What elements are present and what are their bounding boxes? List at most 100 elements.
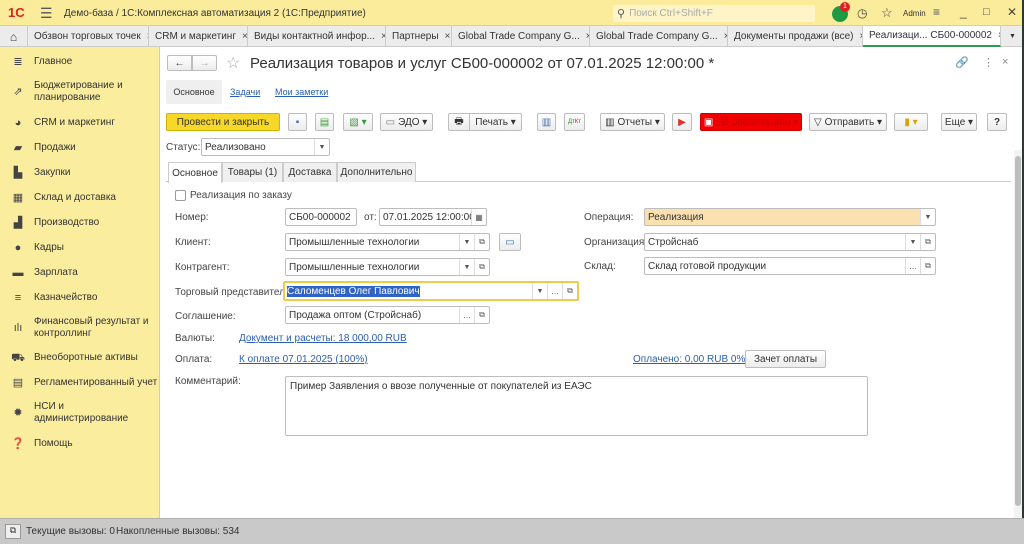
open-icon[interactable]: ⧉ (474, 234, 489, 250)
client-card-button[interactable]: ▭ (499, 233, 521, 251)
sidebar-item-salary[interactable]: ▬ Зарплата (0, 267, 160, 279)
save-button[interactable]: ▪ (288, 113, 307, 131)
sidebar-item-budget[interactable]: ⇗ Бюджетирование и планирование (0, 80, 160, 104)
sidebar-item-admin[interactable]: ✹ НСИ и администрирование (0, 401, 160, 425)
post-and-close-button[interactable]: Провести и закрыть (166, 113, 280, 131)
link-icon[interactable]: 🔗 (955, 56, 969, 69)
create-based-on-button[interactable]: ▧ ▾ (343, 113, 373, 131)
more-button[interactable]: Еще ▾ (941, 113, 977, 131)
operation-field[interactable]: Реализация ▼ (644, 208, 936, 226)
paid-link[interactable]: Оплачено: 0,00 RUB 0% (633, 354, 745, 365)
open-icon[interactable]: ⧉ (562, 283, 577, 299)
number-field[interactable]: СБ00-000002 (285, 208, 357, 226)
chevron-down-icon[interactable]: ▼ (459, 234, 474, 250)
sidebar-item-production[interactable]: ▟ Производство (0, 217, 160, 229)
sidebar-item-main[interactable]: ≣ Главное (0, 56, 160, 68)
search-input[interactable]: ⚲ Поиск Ctrl+Shift+F (613, 5, 815, 22)
sidebar-item-purchases[interactable]: ▙ Закупки (0, 167, 160, 179)
not-printed-button[interactable]: ▣ Не распечатано ▾ (700, 113, 802, 131)
chevron-down-icon[interactable]: ▼ (314, 139, 329, 155)
close-window-icon[interactable]: ✕ (1007, 5, 1017, 19)
workflow-button[interactable]: ▶ (672, 113, 692, 131)
calendar-icon[interactable]: ▦ (471, 209, 486, 225)
minimize-icon[interactable]: _ (960, 5, 967, 19)
tab-goods[interactable]: Товары (1) (222, 162, 283, 182)
user-name[interactable]: Admin (903, 9, 926, 18)
scrollbar-thumb[interactable] (1015, 156, 1021, 506)
tabs-dropdown-icon[interactable]: ▼ (1001, 26, 1024, 47)
favorites-star-icon[interactable]: ☆ (881, 5, 893, 21)
warehouse-field[interactable]: Склад готовой продукции … ⧉ (644, 257, 936, 275)
sidebar-item-finance[interactable]: ılı Финансовый результат и контроллинг (0, 316, 160, 340)
open-icon[interactable]: ⧉ (920, 258, 935, 274)
close-tab-icon[interactable]: × (854, 31, 862, 42)
help-button[interactable]: ? (987, 113, 1007, 131)
open-icon[interactable]: ⧉ (474, 259, 489, 275)
payment-offset-button[interactable]: Зачет оплаты (745, 350, 826, 368)
close-tab-icon[interactable]: × (236, 31, 247, 42)
window-tab[interactable]: Обзвон торговых точек× (28, 26, 149, 47)
close-tab-icon[interactable]: × (141, 31, 148, 42)
form-scrollbar[interactable] (1014, 150, 1022, 518)
window-tab[interactable]: Документы продажи (все)× (728, 26, 863, 47)
close-tab-icon[interactable]: × (718, 31, 727, 42)
close-form-icon[interactable]: × (1002, 56, 1008, 68)
payment-link[interactable]: К оплате 07.01.2025 (100%) (239, 354, 368, 365)
date-field[interactable]: 07.01.2025 12:00:00 ▦ (379, 208, 487, 226)
sidebar-item-crm[interactable]: ◕ CRM и маркетинг (0, 117, 160, 129)
client-field[interactable]: Промышленные технологии ▼ ⧉ (285, 233, 490, 251)
sidebar-item-regulated[interactable]: ▤ Регламентированный учет (0, 377, 160, 389)
window-tab[interactable]: Global Trade Company G...× (590, 26, 728, 47)
favorite-star-icon[interactable]: ☆ (226, 53, 240, 73)
tab-delivery[interactable]: Доставка (283, 162, 337, 182)
sidebar-item-fixed-assets[interactable]: ⛟ Внеоборотные активы (0, 352, 160, 364)
chevron-down-icon[interactable]: ▼ (459, 259, 474, 275)
main-menu-icon[interactable]: ☰ (40, 5, 53, 22)
select-ellipsis-icon[interactable]: … (905, 258, 920, 274)
open-icon[interactable]: ⧉ (474, 307, 489, 323)
close-tab-icon[interactable]: × (992, 30, 1000, 41)
sidebar-item-hr[interactable]: ● Кадры (0, 242, 160, 254)
window-tab[interactable]: CRM и маркетинг × (149, 26, 248, 47)
structure-button[interactable]: ▥ (537, 113, 556, 131)
send-button[interactable]: ▽ Отправить ▾ (809, 113, 887, 131)
select-ellipsis-icon[interactable]: … (547, 283, 562, 299)
section-tasks[interactable]: Задачи (230, 87, 260, 97)
sales-rep-field[interactable]: Саломенцев Олег Павлович ▼… ⧉ (283, 281, 579, 301)
attachments-button[interactable]: ▮ ▾ (894, 113, 928, 131)
currency-link[interactable]: Документ и расчеты: 18 000,00 RUB (239, 333, 407, 344)
by-order-checkbox[interactable] (175, 190, 186, 201)
close-tab-icon[interactable]: × (580, 31, 589, 42)
sidebar-item-help[interactable]: ❓ Помощь (0, 438, 160, 450)
open-icon[interactable]: ⧉ (920, 234, 935, 250)
windows-icon[interactable]: ⧉ (5, 524, 21, 539)
sidebar-item-warehouse[interactable]: ▦ Склад и доставка (0, 192, 160, 204)
close-tab-icon[interactable]: × (439, 31, 451, 42)
sidebar-item-treasury[interactable]: ≡ Казначейство (0, 292, 160, 304)
organization-field[interactable]: Стройснаб ▼ ⧉ (644, 233, 936, 251)
select-ellipsis-icon[interactable]: … (459, 307, 474, 323)
print-menu-button[interactable]: Печать ▾ (469, 113, 522, 131)
print-icon-button[interactable]: 🖶 (448, 113, 470, 131)
window-tab[interactable]: Global Trade Company G...× (452, 26, 590, 47)
sidebar-item-sales[interactable]: ▰ Продажи (0, 142, 160, 154)
counterparty-field[interactable]: Промышленные технологии ▼ ⧉ (285, 258, 490, 276)
section-notes[interactable]: Мои заметки (275, 87, 328, 97)
agreement-field[interactable]: Продажа оптом (Стройснаб) … ⧉ (285, 306, 490, 324)
back-button[interactable]: ← (167, 55, 192, 71)
settings-menu-icon[interactable]: ≡ (933, 5, 940, 19)
section-main[interactable]: Основное (166, 80, 222, 104)
dt-kt-button[interactable]: Дт Кт (564, 113, 585, 131)
status-select[interactable]: Реализовано ▼ (201, 138, 330, 156)
home-icon[interactable]: ⌂ (0, 26, 28, 47)
window-tab-active[interactable]: Реализаци... СБ00-000002× (863, 26, 1001, 47)
reports-button[interactable]: ▥ Отчеты ▾ (600, 113, 665, 131)
tab-main[interactable]: Основное (168, 162, 222, 183)
tab-additional[interactable]: Дополнительно (337, 162, 416, 182)
notifications-icon[interactable]: 1 (832, 2, 850, 22)
maximize-icon[interactable]: □ (983, 6, 990, 18)
history-icon[interactable]: ◷ (857, 6, 867, 20)
window-tab[interactable]: Партнеры × (386, 26, 452, 47)
chevron-down-icon[interactable]: ▼ (905, 234, 920, 250)
chevron-down-icon[interactable]: ▼ (920, 209, 935, 225)
